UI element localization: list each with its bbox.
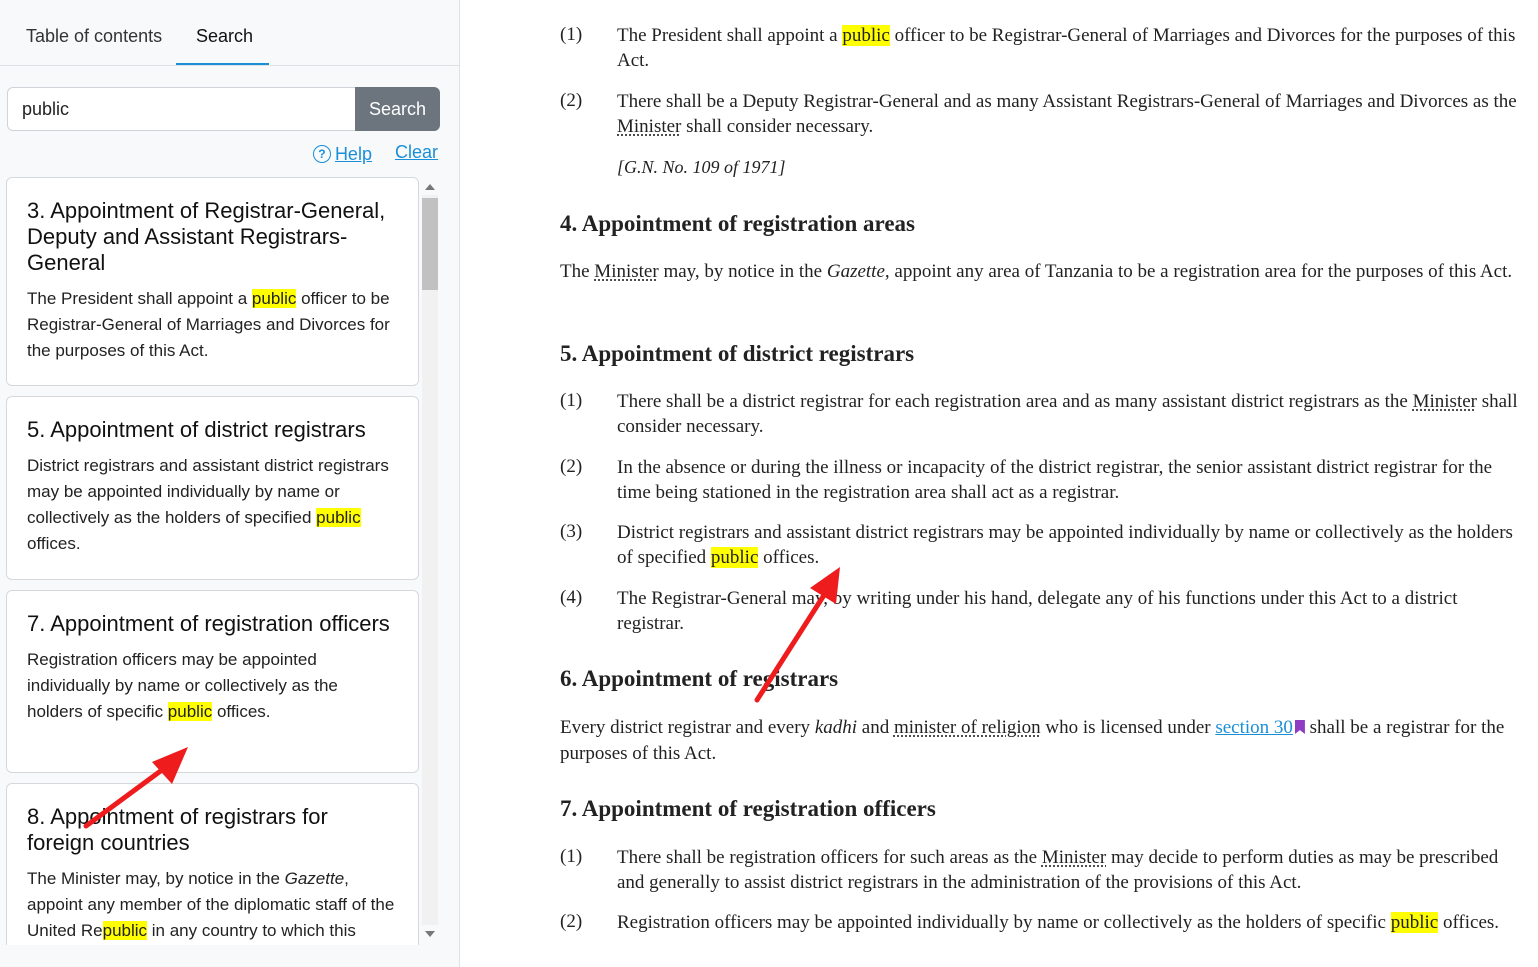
search-highlight: public <box>251 289 297 308</box>
subsection-text: There shall be a district registrar for … <box>617 391 1518 437</box>
subsection-number: (1) <box>560 846 583 867</box>
result-snippet: The President shall appoint a public off… <box>27 289 390 360</box>
defined-term[interactable]: Minister <box>617 116 681 137</box>
section-text: Every district registrar and every kadhi… <box>560 717 1505 764</box>
search-input[interactable] <box>7 87 357 131</box>
help-link[interactable]: Help <box>335 144 372 165</box>
subsection-number: (4) <box>560 587 583 608</box>
doc-highlight: public <box>1390 912 1439 933</box>
defined-term[interactable]: minister of religion <box>894 717 1041 738</box>
result-snippet: Registration officers may be appointed i… <box>27 650 338 721</box>
subsection-text: Registration officers may be appointed i… <box>617 912 1500 933</box>
search-highlight: public <box>167 702 213 721</box>
subsection-number: (1) <box>560 24 583 45</box>
subsection-number: (2) <box>560 90 583 111</box>
subsection-text: The Registrar-General may, by writing un… <box>617 588 1458 634</box>
defined-term[interactable]: Minister <box>1413 391 1477 412</box>
scroll-up-arrow-icon[interactable] <box>425 184 435 190</box>
section-heading: 5. Appointment of district registrars <box>560 341 915 366</box>
tab-table-of-contents[interactable]: Table of contents <box>26 26 162 47</box>
bookmark-icon[interactable] <box>1294 720 1305 734</box>
scroll-thumb[interactable] <box>422 198 438 290</box>
subsection-text: District registrars and assistant distri… <box>617 522 1513 568</box>
result-title[interactable]: 3. Appointment of Registrar-General, Dep… <box>27 198 398 276</box>
subsection-number: (2) <box>560 456 583 477</box>
result-title[interactable]: 8. Appointment of registrars for foreign… <box>27 804 398 856</box>
subsection-number: (1) <box>560 390 583 411</box>
subsection-text: The President shall appoint a public off… <box>617 25 1516 71</box>
search-box: Search <box>7 87 440 131</box>
defined-term[interactable]: Minister <box>594 261 658 282</box>
section-text: The Minister may, by notice in the Gazet… <box>560 261 1513 282</box>
scroll-track[interactable] <box>422 195 438 925</box>
result-snippet: The Minister may, by notice in the Gazet… <box>27 869 395 940</box>
search-links: ? Help Clear <box>312 142 438 165</box>
subsection-number: (3) <box>560 521 583 542</box>
search-result-card[interactable]: 5. Appointment of district registrars Di… <box>6 396 419 580</box>
search-result-card[interactable]: 7. Appointment of registration officers … <box>6 590 419 773</box>
subsection-text: In the absence or during the illness or … <box>617 457 1493 503</box>
search-results: 3. Appointment of Registrar-General, Dep… <box>6 177 420 945</box>
clear-link[interactable]: Clear <box>395 142 438 162</box>
sidebar: Table of contents Search Search ? Help C… <box>0 0 460 967</box>
subsection-text: There shall be a Deputy Registrar-Genera… <box>617 91 1517 137</box>
section-link[interactable]: section 30 <box>1215 717 1293 738</box>
section-heading: 7. Appointment of registration officers <box>560 796 936 821</box>
search-highlight: public <box>102 921 148 940</box>
active-tab-indicator <box>176 63 269 65</box>
scroll-down-arrow-icon[interactable] <box>425 931 435 937</box>
gazette-note: [G.N. No. 109 of 1971] <box>617 157 786 177</box>
defined-term[interactable]: Minister <box>1042 847 1106 868</box>
help-icon[interactable]: ? <box>312 145 331 163</box>
search-result-card[interactable]: 8. Appointment of registrars for foreign… <box>6 783 419 945</box>
search-result-card[interactable]: 3. Appointment of Registrar-General, Dep… <box>6 177 419 386</box>
tab-search[interactable]: Search <box>196 26 253 47</box>
results-scrollbar[interactable] <box>420 177 440 945</box>
result-title[interactable]: 5. Appointment of district registrars <box>27 417 398 443</box>
section-heading: 4. Appointment of registration areas <box>560 211 915 236</box>
document-view: (1) The President shall appoint a public… <box>461 0 1538 967</box>
result-title[interactable]: 7. Appointment of registration officers <box>27 611 398 637</box>
doc-highlight: public <box>710 547 759 568</box>
subsection-text: There shall be registration officers for… <box>617 847 1499 893</box>
search-button[interactable]: Search <box>355 87 440 131</box>
sidebar-tabs: Table of contents Search <box>0 0 460 66</box>
help-link-wrap[interactable]: ? Help <box>312 144 372 165</box>
section-heading: 6. Appointment of registrars <box>560 666 839 691</box>
subsection-number: (2) <box>560 911 583 932</box>
search-highlight: public <box>316 508 361 527</box>
doc-highlight: public <box>842 25 890 46</box>
result-snippet: District registrars and assistant distri… <box>27 456 389 553</box>
